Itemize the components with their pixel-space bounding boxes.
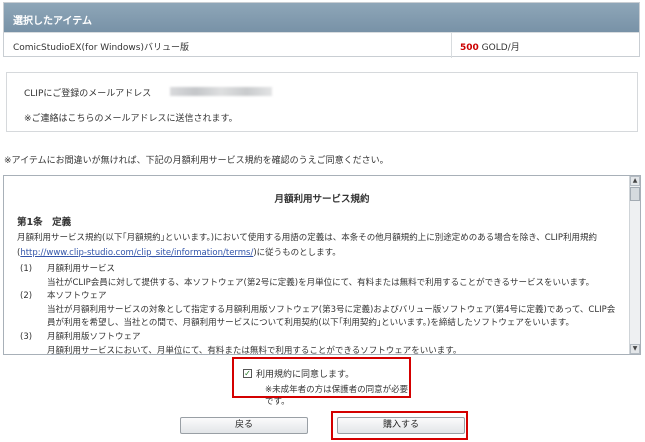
contact-email-box: CLIPにご登録のメールアドレス ※ご連絡はこちらのメールアドレスに送信されます… xyxy=(6,72,638,132)
terms-item-desc: 当社がCLIP会員に対して提供する、本ソフトウェア(第2号に定義)を月単位にて、… xyxy=(47,277,595,288)
terms-paragraph-text-b: )に従うものとします。 xyxy=(253,248,341,258)
scroll-down-arrow-icon[interactable]: ▼ xyxy=(630,344,640,354)
email-label: CLIPにご登録のメールアドレス xyxy=(24,89,152,99)
confirmation-notice: ※アイテムにお間違いが無ければ、下記の月額利用サービス規約を確認のうえご同意くだ… xyxy=(4,156,389,166)
price-unit: GOLD/月 xyxy=(478,43,520,53)
terms-item-title: 月額利用サービス xyxy=(47,264,116,274)
back-button[interactable]: 戻る xyxy=(180,417,308,434)
selected-item-header: 選択したアイテム xyxy=(4,3,639,32)
terms-link[interactable]: http://www.clip-studio.com/clip_site/inf… xyxy=(20,248,253,258)
agree-checkbox[interactable]: ✓ xyxy=(243,369,252,378)
terms-item-number: (3) xyxy=(20,331,33,342)
item-price: 500 GOLD/月 xyxy=(460,40,520,53)
terms-item-title: 月額利用版ソフトウェア xyxy=(47,331,141,342)
terms-item-title: 本ソフトウェア xyxy=(47,291,107,302)
scroll-up-arrow-icon[interactable]: ▲ xyxy=(630,176,640,186)
price-value: 500 xyxy=(460,43,479,53)
selected-item-row: ComicStudioEX(for Windows)バリュー版 500 GOLD… xyxy=(4,32,639,58)
item-name: ComicStudioEX(for Windows)バリュー版 xyxy=(13,43,189,53)
scrollbar-thumb[interactable] xyxy=(630,187,640,201)
terms-definition-list: (1) 月額利用サービス 当社がCLIP会員に対して提供する、本ソフトウェア(第2… xyxy=(20,263,620,355)
agreement-highlight: ✓ 利用規約に同意します。 ※未成年者の方は保護者の同意が必要です。 xyxy=(232,357,411,407)
terms-list-item: (3) 月額利用版ソフトウェア 月額利用サービスにおいて、月単位にて、有料または無… xyxy=(20,331,620,355)
email-address-redacted xyxy=(170,87,272,96)
terms-list-item: (2) 本ソフトウェア 当社が月額利用サービスの対象として指定する月額利用版ソフト… xyxy=(20,290,620,331)
column-divider xyxy=(451,33,452,58)
agree-label[interactable]: 利用規約に同意します。 xyxy=(256,367,354,380)
email-note: ※ご連絡はこちらのメールアドレスに送信されます。 xyxy=(24,114,238,124)
selected-item-table: 選択したアイテム ComicStudioEX(for Windows)バリュー版… xyxy=(3,2,640,58)
agree-row[interactable]: ✓ 利用規約に同意します。 xyxy=(243,367,354,380)
terms-scrollbar[interactable]: ▲ ▼ xyxy=(629,176,640,354)
terms-item-number: (1) xyxy=(20,264,33,274)
terms-article-heading: 第1条 定義 xyxy=(17,217,72,228)
terms-scroll-box[interactable]: 月額利用サービス規約 第1条 定義 月額利用サービス規約(以下｢月額規約｣といい… xyxy=(3,175,641,355)
terms-item-number: (2) xyxy=(20,291,33,302)
minor-consent-note: ※未成年者の方は保護者の同意が必要です。 xyxy=(265,385,409,407)
terms-definition-paragraph: 月額利用サービス規約(以下｢月額規約｣といいます。)において使用する用語の定義は… xyxy=(17,231,622,261)
buy-button[interactable]: 購入する xyxy=(337,417,465,434)
terms-item-desc: 月額利用サービスにおいて、月単位にて、有料または無料で利用することができるソフト… xyxy=(47,345,462,355)
terms-item-desc: 当社が月額利用サービスの対象として指定する月額利用版ソフトウェア(第3号に定義)… xyxy=(47,304,616,329)
terms-list-item: (1) 月額利用サービス 当社がCLIP会員に対して提供する、本ソフトウェア(第2… xyxy=(20,263,620,290)
terms-title: 月額利用サービス規約 xyxy=(274,194,370,205)
